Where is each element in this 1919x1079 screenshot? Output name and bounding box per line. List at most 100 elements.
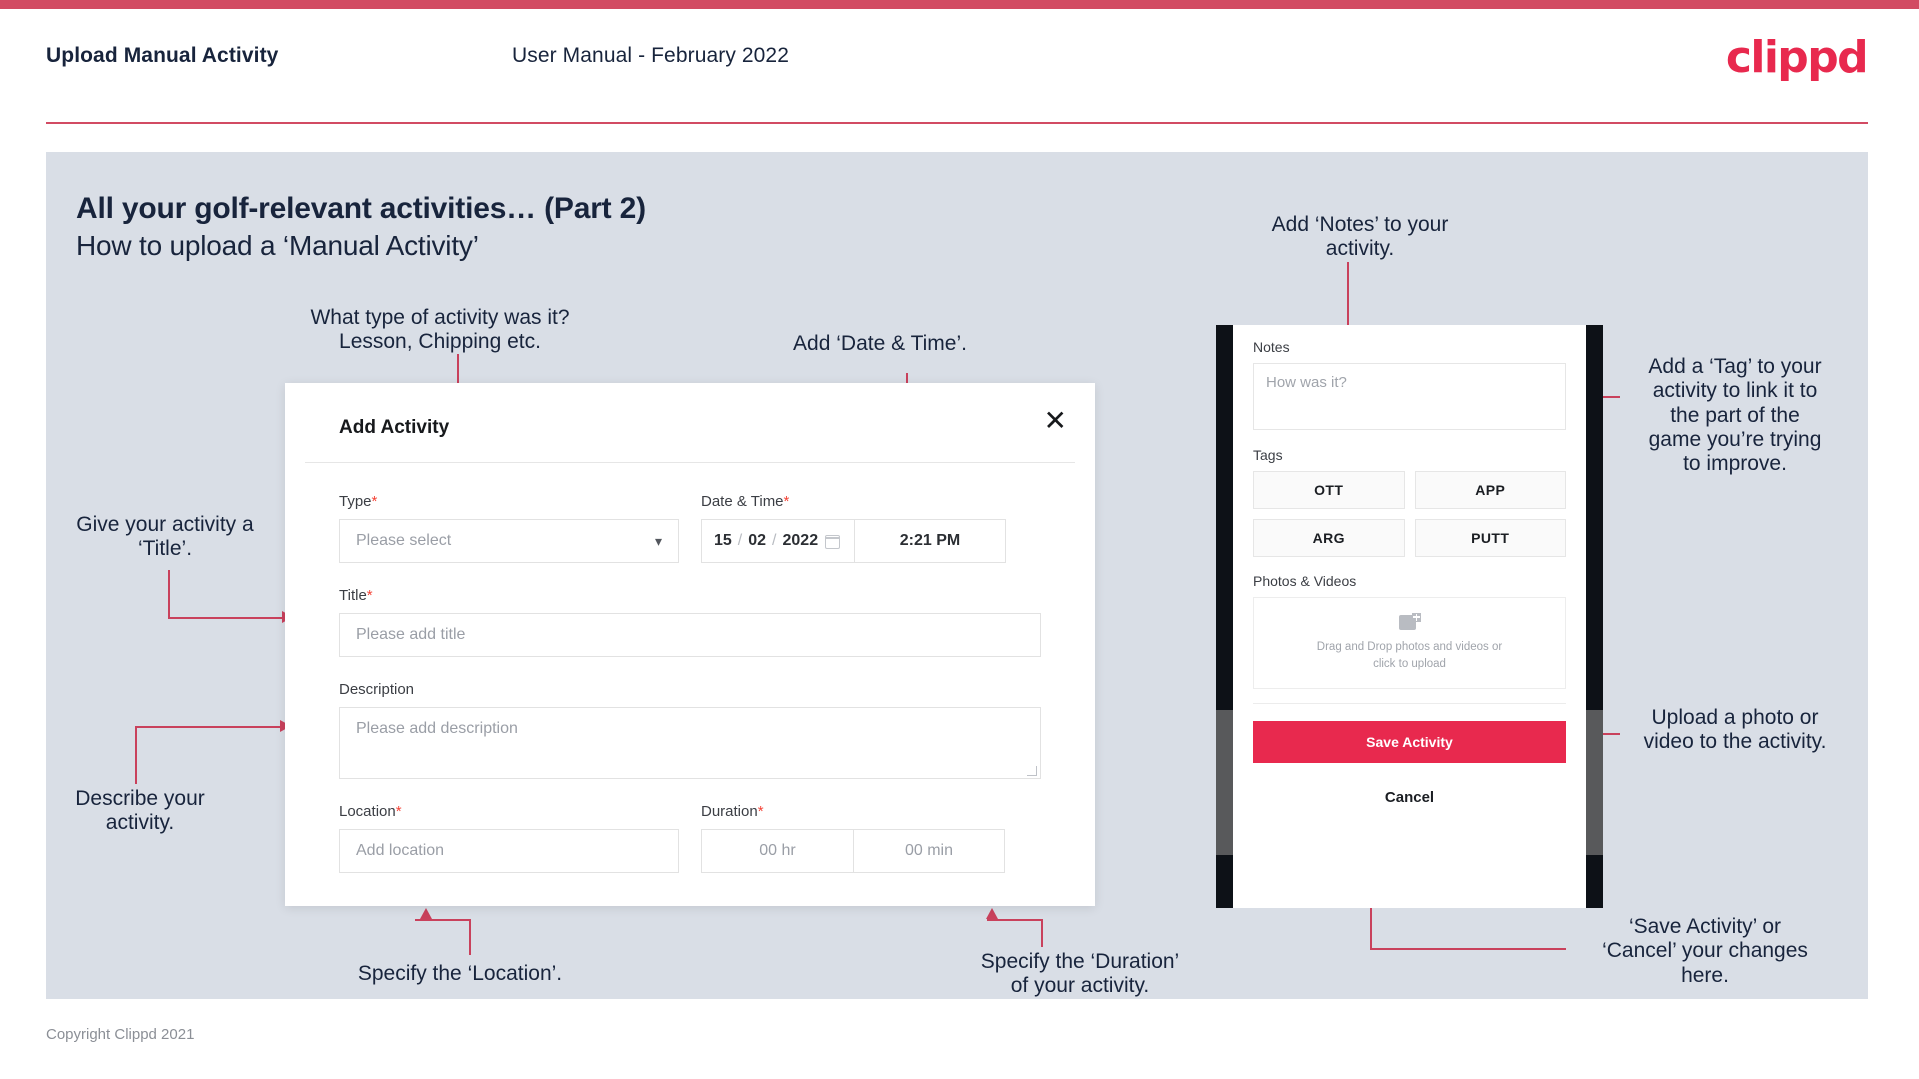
phone-field-tags: Tags OTT APP ARG PUTT bbox=[1253, 447, 1566, 557]
field-datetime: Date & Time* 15 / 02 / 2022 2:21 PM bbox=[701, 493, 1006, 563]
add-activity-dialog: Add Activity ✕ Type* Please select ▾ Dat… bbox=[285, 383, 1095, 906]
callout-notes: Add ‘Notes’ to your activity. bbox=[1271, 213, 1449, 261]
slide-title: All your golf-relevant activities… (Part… bbox=[76, 192, 646, 225]
phone-divider bbox=[1253, 703, 1566, 704]
date-sep-2: / bbox=[772, 532, 777, 549]
phone-form: Notes How was it? Tags OTT APP ARG PUTT bbox=[1233, 325, 1586, 806]
callout-datetime: Add ‘Date & Time’. bbox=[793, 332, 967, 355]
required-marker-duration: * bbox=[757, 803, 764, 820]
description-textarea[interactable]: Please add description bbox=[339, 707, 1041, 779]
field-label-datetime: Date & Time* bbox=[701, 493, 1006, 510]
title-input[interactable]: Please add title bbox=[339, 613, 1041, 657]
field-label-location: Location* bbox=[339, 803, 679, 820]
form-row-title: Title* Please add title bbox=[339, 587, 1041, 657]
dropzone-text: Drag and Drop photos and videos or click… bbox=[1316, 640, 1503, 670]
field-type: Type* Please select ▾ bbox=[339, 493, 679, 563]
duration-hours-input[interactable]: 00 hr bbox=[701, 829, 853, 873]
location-input[interactable]: Add location bbox=[339, 829, 679, 873]
callout-photos: Upload a photo or video to the activity. bbox=[1643, 706, 1827, 754]
callout-tags: Add a ‘Tag’ to your activity to link it … bbox=[1648, 355, 1822, 476]
connector-loc-2 bbox=[469, 919, 471, 955]
phone-screen: Notes How was it? Tags OTT APP ARG PUTT bbox=[1233, 325, 1586, 908]
phone-field-notes: Notes How was it? bbox=[1253, 339, 1566, 430]
date-month: 02 bbox=[748, 532, 767, 549]
connector-title-1 bbox=[168, 570, 170, 618]
form-row-description: Description Please add description bbox=[339, 681, 1041, 779]
duration-hours-placeholder: 00 hr bbox=[759, 842, 796, 859]
time-value: 2:21 PM bbox=[899, 532, 961, 549]
phone-edge-right bbox=[1586, 325, 1603, 908]
label-text-location: Location bbox=[339, 803, 396, 820]
connector-title-2 bbox=[168, 617, 285, 619]
location-placeholder: Add location bbox=[356, 842, 445, 859]
top-brand-bar bbox=[0, 0, 1919, 9]
connector-dur-2 bbox=[1041, 919, 1043, 947]
chevron-down-icon: ▾ bbox=[654, 532, 662, 549]
callout-duration: Specify the ‘Duration’ of your activity. bbox=[980, 950, 1180, 998]
phone-mockup: Notes How was it? Tags OTT APP ARG PUTT bbox=[1216, 325, 1603, 908]
cancel-button[interactable]: Cancel bbox=[1253, 789, 1566, 806]
form-row-type-datetime: Type* Please select ▾ Date & Time* 15 / … bbox=[339, 493, 1041, 563]
time-input[interactable]: 2:21 PM bbox=[854, 519, 1006, 563]
field-location: Location* Add location bbox=[339, 803, 679, 873]
label-text-type: Type bbox=[339, 493, 372, 510]
field-label-description: Description bbox=[339, 681, 415, 698]
duration-minutes-input[interactable]: 00 min bbox=[853, 829, 1005, 873]
phone-label-notes: Notes bbox=[1253, 339, 1290, 355]
resize-handle-icon[interactable] bbox=[1027, 766, 1037, 776]
page-title: Upload Manual Activity bbox=[46, 44, 279, 67]
connector-dur-arrow bbox=[986, 908, 998, 919]
label-text-datetime: Date & Time bbox=[701, 493, 784, 510]
tag-button-app[interactable]: APP bbox=[1414, 471, 1566, 509]
tag-button-arg[interactable]: ARG bbox=[1253, 519, 1405, 557]
type-select[interactable]: Please select ▾ bbox=[339, 519, 679, 563]
date-year: 2022 bbox=[782, 532, 819, 549]
phone-notes-placeholder: How was it? bbox=[1266, 374, 1347, 391]
close-icon[interactable]: ✕ bbox=[1044, 407, 1067, 435]
phone-label-tags: Tags bbox=[1253, 447, 1283, 463]
date-input[interactable]: 15 / 02 / 2022 bbox=[701, 519, 854, 563]
save-activity-button[interactable]: Save Activity bbox=[1253, 721, 1566, 763]
tag-row-2: ARG PUTT bbox=[1253, 519, 1566, 557]
callout-save: ‘Save Activity’ or ‘Cancel’ your changes… bbox=[1602, 915, 1808, 987]
description-placeholder: Please add description bbox=[356, 720, 518, 737]
dialog-title: Add Activity bbox=[339, 417, 450, 438]
type-select-placeholder: Please select bbox=[356, 532, 452, 549]
header-divider bbox=[46, 122, 1868, 124]
required-marker-title: * bbox=[366, 587, 373, 604]
required-marker-location: * bbox=[395, 803, 402, 820]
slide-subtitle: How to upload a ‘Manual Activity’ bbox=[76, 230, 479, 261]
callout-title: Give your activity a ‘Title’. bbox=[76, 513, 254, 561]
label-text-duration: Duration bbox=[701, 803, 758, 820]
date-sep-1: / bbox=[737, 532, 743, 549]
connector-notes-1 bbox=[1347, 262, 1349, 334]
date-day: 15 bbox=[714, 532, 732, 549]
duration-control: 00 hr 00 min bbox=[701, 829, 1005, 873]
phone-label-photos: Photos & Videos bbox=[1253, 573, 1357, 589]
dialog-divider bbox=[305, 462, 1075, 463]
label-text-title: Title bbox=[339, 587, 367, 604]
tag-button-ott[interactable]: OTT bbox=[1253, 471, 1405, 509]
calendar-icon[interactable] bbox=[825, 533, 842, 550]
tag-row-1: OTT APP bbox=[1253, 471, 1566, 509]
required-marker-datetime: * bbox=[783, 493, 790, 510]
field-label-type: Type* bbox=[339, 493, 679, 510]
connector-loc-arrow bbox=[420, 908, 432, 919]
phone-field-photos: Photos & Videos Drag and Drop photos and… bbox=[1253, 573, 1566, 689]
activity-form: Type* Please select ▾ Date & Time* 15 / … bbox=[339, 493, 1041, 873]
tag-button-putt[interactable]: PUTT bbox=[1414, 519, 1566, 557]
duration-minutes-placeholder: 00 min bbox=[904, 842, 954, 859]
photo-dropzone[interactable]: Drag and Drop photos and videos or click… bbox=[1253, 597, 1566, 689]
required-marker-type: * bbox=[371, 493, 378, 510]
callout-location: Specify the ‘Location’. bbox=[357, 962, 563, 985]
callout-description: Describe your activity. bbox=[75, 787, 205, 835]
field-label-duration: Duration* bbox=[701, 803, 1005, 820]
connector-dur-1 bbox=[987, 919, 1043, 921]
field-duration: Duration* 00 hr 00 min bbox=[701, 803, 1005, 873]
phone-notes-textarea[interactable]: How was it? bbox=[1253, 363, 1566, 430]
title-input-placeholder: Please add title bbox=[356, 626, 466, 643]
slide-page: Upload Manual Activity User Manual - Feb… bbox=[0, 0, 1919, 1079]
add-image-icon bbox=[1398, 612, 1421, 632]
field-label-title: Title* bbox=[339, 587, 1041, 604]
connector-loc-1 bbox=[415, 919, 471, 921]
